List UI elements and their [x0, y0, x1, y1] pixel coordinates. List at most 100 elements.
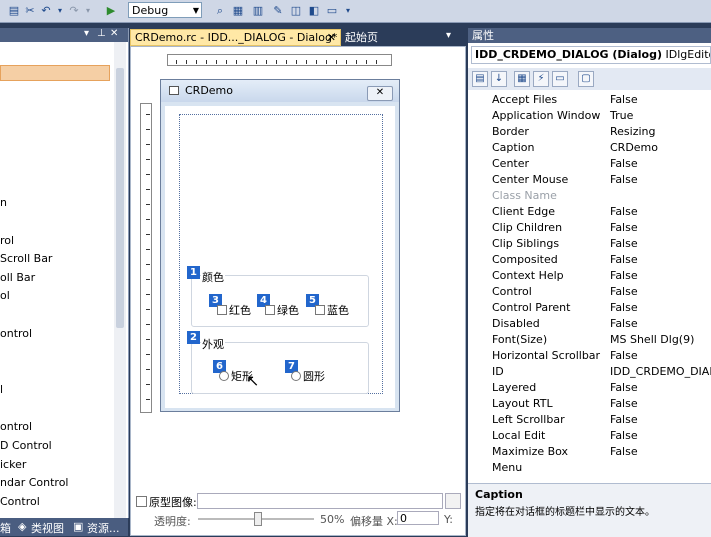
- property-row[interactable]: Application Window True: [468, 108, 711, 124]
- property-pages-icon[interactable]: ▢: [578, 71, 594, 87]
- property-row[interactable]: Composited False: [468, 252, 711, 268]
- toolbox-item[interactable]: Scroll Bar: [0, 252, 52, 265]
- toolbox-item[interactable]: ndar Control: [0, 476, 68, 489]
- find-in-files-icon[interactable]: ⌕: [212, 3, 228, 19]
- events-icon[interactable]: ⚡: [533, 71, 549, 87]
- toolbox-selected-item[interactable]: [0, 65, 110, 81]
- messages-icon[interactable]: ▭: [552, 71, 568, 87]
- dialog-client-area[interactable]: 1 颜色 3 红色 4 绿色 5 蓝色 2 外观 6 矩形 7 圆形: [165, 106, 395, 408]
- tab-class-view[interactable]: 类视图: [31, 520, 64, 536]
- close-icon[interactable]: ✕: [110, 28, 118, 39]
- property-grid: Accept Files False Application Window True…: [468, 92, 711, 482]
- offset-y-label: Y:: [444, 513, 453, 526]
- property-row[interactable]: Center Mouse False: [468, 172, 711, 188]
- property-row[interactable]: Left Scrollbar False: [468, 412, 711, 428]
- tab-order-badge[interactable]: 1: [187, 266, 200, 279]
- pin-icon[interactable]: ⊥: [97, 28, 106, 39]
- property-row[interactable]: IDIDD_CRDEMO_DIALO: [468, 364, 711, 380]
- properties-object-name: IDD_CRDEMO_DIALOG (Dialog): [475, 48, 662, 61]
- property-row[interactable]: Menu: [468, 460, 711, 476]
- object-browser-icon[interactable]: ◧: [306, 3, 322, 19]
- property-row[interactable]: Context Help False: [468, 268, 711, 284]
- property-row[interactable]: Disabled False: [468, 316, 711, 332]
- more-dropdown-icon[interactable]: ▾: [340, 3, 356, 19]
- tab-list-dropdown-icon[interactable]: ▾: [446, 30, 451, 41]
- properties-object-type: IDlgEditor: [665, 48, 710, 61]
- start-page-icon[interactable]: ▭: [324, 3, 340, 19]
- toolbox-item[interactable]: ol: [0, 289, 10, 302]
- dialog-preview[interactable]: CRDemo ✕ 1 颜色 3 红色 4 绿色 5 蓝色 2 外观 6 矩形 7…: [160, 79, 400, 412]
- transparency-slider-thumb[interactable]: [254, 512, 262, 526]
- radio-green-label: 绿色: [277, 304, 299, 317]
- offset-x-input[interactable]: 0: [397, 511, 439, 525]
- radio-circle-icon: [217, 305, 227, 315]
- chevron-down-icon[interactable]: ▾: [84, 28, 89, 39]
- toolbox-item[interactable]: oll Bar: [0, 271, 35, 284]
- toolbox-item[interactable]: Control: [0, 495, 40, 508]
- tab-dialog-editor[interactable]: CRDemo.rc - IDD..._DIALOG - Dialog* ✕: [130, 29, 341, 46]
- dialog-close-button[interactable]: ✕: [367, 86, 393, 101]
- tab-start-page[interactable]: 起始页: [342, 30, 405, 45]
- radio-circle[interactable]: 圆形: [291, 368, 325, 384]
- toolbox-item[interactable]: ontrol: [0, 327, 32, 340]
- toolbox-item[interactable]: l: [0, 383, 3, 396]
- class-view-tab-icon: ◈: [18, 520, 27, 533]
- radio-blue-label: 蓝色: [327, 304, 349, 317]
- dialog-titlebar[interactable]: CRDemo ✕: [161, 80, 399, 102]
- radio-circle-label: 圆形: [303, 370, 325, 383]
- solution-config-select[interactable]: Debug ▼: [128, 2, 202, 18]
- tab-resource-view[interactable]: 资源...: [87, 520, 120, 536]
- save-all-icon[interactable]: ▤: [6, 3, 22, 19]
- toolbox-scrollbar-thumb[interactable]: [116, 68, 124, 328]
- properties-icon[interactable]: ▦: [514, 71, 530, 87]
- toolbox-item[interactable]: D Control: [0, 439, 52, 452]
- tab-toolbox[interactable]: 箱: [0, 520, 11, 536]
- radio-circle-icon: [291, 371, 301, 381]
- radio-green[interactable]: 绿色: [265, 302, 299, 318]
- property-row[interactable]: Clip Children False: [468, 220, 711, 236]
- property-row[interactable]: Accept Files False: [468, 92, 711, 108]
- solution-explorer-icon[interactable]: ▦: [230, 3, 246, 19]
- properties-window-icon[interactable]: ▥: [250, 3, 266, 19]
- property-row[interactable]: Caption CRDemo: [468, 140, 711, 156]
- main-toolbar: ▤ ✂ ↶ ▾ ↷ ▾ ▶ Debug ▼ ⌕ ▦ ▥ ✎ ◫ ◧ ▭ ▾: [0, 0, 711, 23]
- tab-order-badge[interactable]: 2: [187, 331, 200, 344]
- toolbox-icon[interactable]: ✎: [270, 3, 286, 19]
- property-row[interactable]: Center False: [468, 156, 711, 172]
- property-row[interactable]: Local Edit False: [468, 428, 711, 444]
- property-row[interactable]: Client Edge False: [468, 204, 711, 220]
- prototype-image-checkbox[interactable]: [136, 496, 147, 507]
- property-row[interactable]: Border Resizing: [468, 124, 711, 140]
- start-debug-icon[interactable]: ▶: [103, 3, 119, 19]
- toolbox-item[interactable]: icker: [0, 458, 26, 471]
- radio-red[interactable]: 红色: [217, 302, 251, 318]
- property-row[interactable]: Maximize Box False: [468, 444, 711, 460]
- close-icon[interactable]: ✕: [327, 30, 336, 45]
- toolbox-item[interactable]: ontrol: [0, 420, 32, 433]
- property-row[interactable]: Control False: [468, 284, 711, 300]
- radio-circle-icon: [265, 305, 275, 315]
- property-row[interactable]: Font(Size) MS Shell Dlg(9): [468, 332, 711, 348]
- property-row[interactable]: Layout RTL False: [468, 396, 711, 412]
- browse-button[interactable]: [445, 493, 461, 509]
- vertical-ruler[interactable]: [140, 103, 152, 413]
- prototype-image-path-input[interactable]: [197, 493, 443, 509]
- properties-object-selector[interactable]: IDD_CRDEMO_DIALOG (Dialog) IDlgEditor: [471, 46, 711, 64]
- prototype-image-label: 原型图像:: [149, 496, 197, 509]
- dialog-title: CRDemo: [185, 84, 234, 97]
- radio-blue[interactable]: 蓝色: [315, 302, 349, 318]
- horizontal-ruler[interactable]: [167, 54, 392, 66]
- property-row[interactable]: Control Parent False: [468, 300, 711, 316]
- cut-icon[interactable]: ✂: [22, 3, 38, 19]
- property-row[interactable]: Class Name: [468, 188, 711, 204]
- toolbox-item[interactable]: n: [0, 196, 7, 209]
- toolbox-item[interactable]: rol: [0, 234, 14, 247]
- property-row[interactable]: Layered False: [468, 380, 711, 396]
- property-row[interactable]: Clip Siblings False: [468, 236, 711, 252]
- property-row[interactable]: Horizontal Scrollbar False: [468, 348, 711, 364]
- redo-dropdown-icon[interactable]: ▾: [80, 3, 96, 19]
- tab-dialog-editor-label: CRDemo.rc - IDD..._DIALOG - Dialog*: [135, 31, 338, 44]
- categorized-icon[interactable]: ▤: [472, 71, 488, 87]
- class-view-icon[interactable]: ◫: [288, 3, 304, 19]
- alphabetical-icon[interactable]: ↓: [491, 71, 507, 87]
